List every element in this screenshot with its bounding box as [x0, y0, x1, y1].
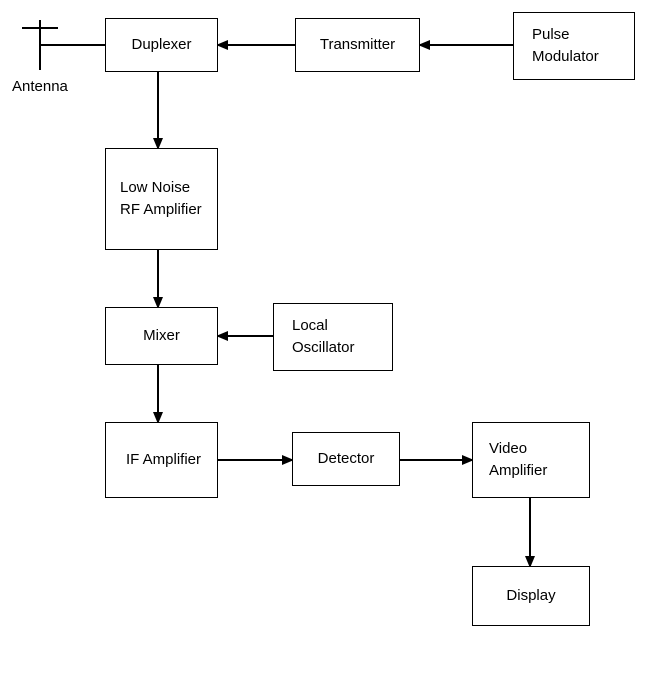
block-if-amplifier: IF Amplifier [105, 422, 218, 498]
block-duplexer: Duplexer [105, 18, 218, 72]
block-pulse-modulator: Pulse Modulator [513, 12, 635, 80]
block-local-oscillator-label: Local Oscillator [292, 315, 382, 360]
block-video-amplifier-label: Video Amplifier [489, 438, 579, 483]
block-transmitter: Transmitter [295, 18, 420, 72]
block-detector: Detector [292, 432, 400, 486]
antenna-label: Antenna [12, 78, 68, 95]
block-mixer: Mixer [105, 307, 218, 365]
block-pulse-modulator-label: Pulse Modulator [532, 24, 624, 69]
block-mixer-label: Mixer [143, 325, 180, 348]
block-low-noise-rf-amp: Low Noise RF Amplifier [105, 148, 218, 250]
block-low-noise-rf-amp-label: Low Noise RF Amplifier [120, 177, 207, 222]
block-video-amplifier: Video Amplifier [472, 422, 590, 498]
block-duplexer-label: Duplexer [131, 34, 191, 57]
block-if-amplifier-label: IF Amplifier [126, 449, 201, 472]
block-detector-label: Detector [318, 448, 375, 471]
block-transmitter-label: Transmitter [320, 34, 395, 57]
block-local-oscillator: Local Oscillator [273, 303, 393, 371]
block-display: Display [472, 566, 590, 626]
block-display-label: Display [506, 585, 555, 608]
